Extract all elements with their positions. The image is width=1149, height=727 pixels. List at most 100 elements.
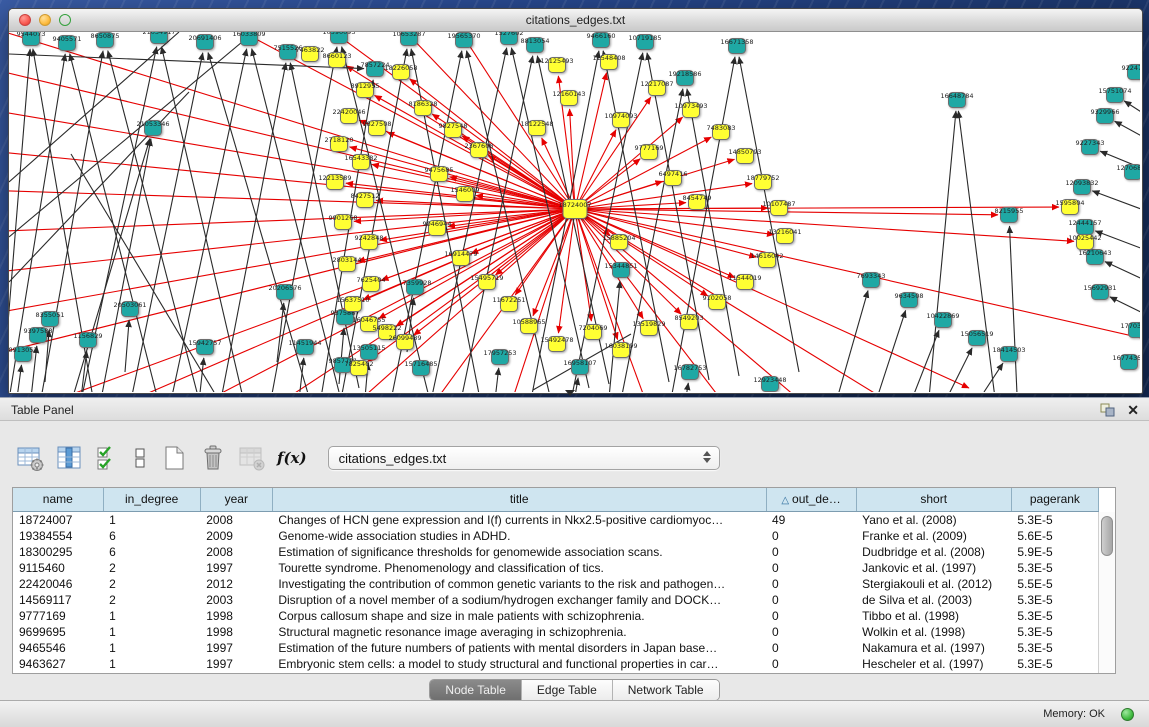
graph-node[interactable]: 20503061 (113, 301, 146, 317)
graph-node[interactable]: 13216041 (768, 228, 801, 244)
select-columns-button[interactable] (53, 441, 85, 475)
select-rows-button[interactable] (92, 441, 122, 475)
graph-node[interactable]: 12706815 (1116, 164, 1140, 180)
table-selector-dropdown[interactable]: citations_edges.txt (328, 446, 720, 470)
graph-node[interactable]: 16774352 (1112, 354, 1140, 370)
graph-hub-node[interactable]: 18724007 (558, 200, 591, 219)
graph-node[interactable]: 10422869 (926, 312, 959, 328)
graph-node[interactable]: 9102058 (703, 294, 732, 310)
graph-node[interactable]: 12093832 (1065, 179, 1098, 195)
graph-node[interactable]: 16033809 (232, 32, 265, 46)
graph-node[interactable]: 8186328 (409, 100, 438, 116)
graph-node[interactable]: 9827508 (363, 120, 392, 136)
table-row[interactable]: 1830029562008Estimation of significance … (13, 544, 1099, 560)
scrollbar-thumb[interactable] (1101, 516, 1113, 556)
graph-node[interactable]: 1156829 (74, 332, 103, 348)
graph-node[interactable]: 16958107 (563, 359, 596, 375)
graph-node[interactable]: 7625404 (357, 276, 386, 292)
graph-node[interactable]: 7825402 (345, 360, 374, 376)
graph-node[interactable]: 8913053 (9, 346, 37, 362)
split-pane-handle[interactable] (565, 390, 575, 396)
graph-node[interactable]: 18779752 (746, 174, 779, 190)
network-canvas[interactable]: 9544073940557186508752103491720691406160… (9, 32, 1140, 392)
graph-node[interactable]: 15751074 (1098, 87, 1131, 103)
column-header-title[interactable]: title (272, 488, 766, 511)
table-row[interactable]: 2242004622012Investigating the contribut… (13, 576, 1099, 592)
graph-node[interactable]: 21034917 (142, 32, 175, 44)
table-row[interactable]: 946554611997Estimation of the future num… (13, 640, 1099, 656)
delete-table-button[interactable] (236, 441, 268, 475)
function-builder-button[interactable]: f(x) (275, 441, 309, 475)
graph-node[interactable]: 12444157 (1068, 219, 1101, 235)
graph-node[interactable]: 2718120 (325, 136, 354, 152)
close-panel-button[interactable]: ✕ (1127, 402, 1139, 418)
graph-node[interactable]: 16648784 (940, 92, 973, 108)
graph-node[interactable]: 15492478 (540, 336, 573, 352)
graph-node[interactable]: 15942757 (188, 339, 221, 355)
column-header-name[interactable]: name (13, 488, 103, 511)
graph-node[interactable]: 16782753 (673, 364, 706, 380)
graph-node[interactable]: 8650875 (91, 32, 120, 48)
graph-node[interactable]: 11548408 (592, 54, 625, 70)
graph-node[interactable]: 7204069 (579, 324, 608, 340)
graph-node[interactable]: 12217087 (640, 80, 673, 96)
tab-edge-table[interactable]: Edge Table (521, 680, 612, 700)
graph-node[interactable]: 8215955 (995, 207, 1024, 223)
graph-node[interactable]: 9634508 (895, 292, 924, 308)
graph-node[interactable]: 10719185 (628, 34, 661, 50)
column-header-out_degree[interactable]: △out_de… (766, 488, 856, 511)
graph-node[interactable]: 8660123 (323, 52, 352, 68)
graph-node[interactable]: 6497416 (659, 170, 688, 186)
table-row[interactable]: 911546021997Tourette syndrome. Phenomeno… (13, 560, 1099, 576)
graph-node[interactable]: 11451944 (288, 339, 321, 355)
table-row[interactable]: 1456911722003Disruption of a novel membe… (13, 592, 1099, 608)
graph-node[interactable]: 11544019 (728, 274, 761, 290)
graph-node[interactable]: 8355051 (36, 311, 65, 327)
column-header-pagerank[interactable]: pagerank (1011, 488, 1098, 511)
graph-node[interactable]: 16038199 (604, 342, 637, 358)
graph-node[interactable]: 9901268 (329, 214, 358, 230)
graph-node[interactable]: 11672251 (492, 296, 525, 312)
graph-node[interactable]: 12213589 (318, 174, 351, 190)
graph-node[interactable]: 20691406 (188, 34, 221, 50)
graph-node[interactable]: 17957253 (483, 349, 516, 365)
delete-column-button[interactable] (197, 441, 229, 475)
graph-node[interactable]: 10107487 (762, 200, 795, 216)
graph-node[interactable]: 15344851 (604, 262, 637, 278)
column-header-short[interactable]: short (856, 488, 1011, 511)
table-row[interactable]: 1872400712008Changes of HCN gene express… (13, 511, 1099, 528)
graph-node[interactable]: 12923448 (753, 376, 786, 392)
row-height-button[interactable] (129, 441, 151, 475)
graph-node[interactable]: 9224759 (1122, 64, 1140, 80)
table-settings-button[interactable] (14, 441, 46, 475)
create-column-button[interactable] (158, 441, 190, 475)
column-header-in_degree[interactable]: in_degree (103, 488, 200, 511)
graph-node[interactable]: 15056519 (960, 330, 993, 346)
graph-node[interactable]: 2803144 (333, 256, 362, 272)
table-row[interactable]: 977716911998Corpus callosum shape and si… (13, 608, 1099, 624)
graph-node[interactable]: 9242848 (355, 234, 384, 250)
graph-node[interactable]: 16671358 (720, 38, 753, 54)
tab-network-table[interactable]: Network Table (612, 680, 719, 700)
graph-node[interactable]: 12125493 (540, 57, 573, 73)
graph-node[interactable]: 15716485 (404, 360, 437, 376)
graph-node[interactable]: 18414503 (992, 346, 1025, 362)
graph-node[interactable]: 21053346 (136, 120, 169, 136)
table-row[interactable]: 969969511998Structural magnetic resonanc… (13, 624, 1099, 640)
graph-node[interactable]: 16543382 (344, 154, 377, 170)
table-row[interactable]: 946362711997Embryonic stem cells: a mode… (13, 656, 1099, 672)
graph-node[interactable]: 10588965 (512, 318, 545, 334)
graph-node[interactable]: 10973493 (674, 102, 707, 118)
graph-node[interactable]: 20206576 (268, 284, 301, 300)
graph-node[interactable]: 10974093 (604, 112, 637, 128)
column-header-year[interactable]: year (200, 488, 272, 511)
graph-node[interactable]: 10025442 (1068, 234, 1101, 250)
graph-node[interactable]: 10590093 (322, 32, 355, 44)
graph-node[interactable]: 12160143 (552, 90, 585, 106)
graph-node[interactable]: 9777169 (635, 144, 664, 160)
graph-node[interactable]: 15885204 (602, 234, 635, 250)
graph-node[interactable]: 14850793 (728, 148, 761, 164)
graph-node[interactable]: 1595804 (1056, 199, 1085, 215)
table-row[interactable]: 1938455462009Genome-wide association stu… (13, 528, 1099, 544)
graph-node[interactable]: 19565370 (447, 32, 480, 48)
